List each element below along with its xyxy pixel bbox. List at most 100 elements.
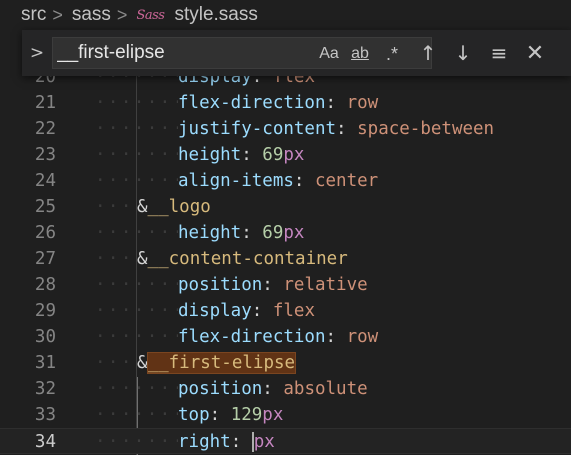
parent-selector-amp: & (137, 249, 148, 269)
code-text: ········height: 69px (95, 142, 304, 168)
whitespace-dots: ···· (95, 197, 137, 217)
code-line[interactable]: 25 ····&__logo (0, 194, 571, 220)
whitespace-dots: ········ (95, 379, 178, 399)
line-number: 25 (34, 197, 56, 217)
whitespace-dots: ········ (95, 93, 178, 113)
property-name: position (178, 379, 263, 399)
chevron-right-icon: > (52, 4, 63, 25)
line-number: 34 (34, 432, 56, 452)
number-value: 69 (262, 223, 284, 243)
property-name: top (178, 405, 210, 425)
chevron-right-icon: > (116, 4, 128, 25)
whitespace-dots: ········ (95, 171, 178, 191)
find-input[interactable] (57, 41, 307, 65)
property-name: right (178, 432, 231, 452)
property-value: space-between (357, 119, 495, 139)
next-match-icon[interactable]: ↓ (450, 39, 476, 67)
line-number: 24 (34, 171, 56, 191)
whitespace-dots: ········ (95, 405, 178, 425)
code-text: ····&__content-container (95, 246, 348, 272)
code-line[interactable]: 23 ········height: 69px (0, 142, 571, 168)
parent-selector-amp: & (137, 353, 148, 373)
find-match-highlight: __first-elipse (146, 352, 297, 374)
code-text: ········display: flex (95, 298, 315, 324)
code-line[interactable]: 33 ········top: 129px (0, 402, 571, 428)
code-line[interactable]: 21 ········flex-direction: row (0, 90, 571, 116)
code-line[interactable]: 29 ········display: flex (0, 298, 571, 324)
whitespace-dots: ········ (95, 275, 178, 295)
property-value: row (346, 93, 379, 113)
property-value: flex (272, 301, 315, 321)
code-text: ········position: absolute (95, 376, 368, 402)
unit-value: px (283, 223, 305, 243)
colon: : (325, 93, 347, 113)
previous-match-icon[interactable]: ↑ (415, 39, 441, 67)
code-text: ········flex-direction: row (95, 324, 378, 350)
line-number: 33 (34, 405, 56, 425)
property-value: center (314, 171, 379, 191)
number-value: 129 (230, 405, 263, 425)
close-icon[interactable]: ✕ (522, 39, 548, 67)
code-editor[interactable]: 20········display: flex21········flex-di… (0, 64, 571, 455)
property-value: relative (283, 275, 368, 295)
whitespace-dots: ········ (95, 432, 178, 452)
code-text: ········right: px (95, 429, 275, 455)
find-input-box: Aa ab .* (52, 37, 432, 69)
match-whole-word-button[interactable]: ab (345, 42, 375, 66)
whitespace-dots: ········ (95, 223, 178, 243)
line-number: 31 (34, 353, 56, 373)
property-name: height (178, 145, 242, 165)
whitespace-dots: ···· (95, 249, 137, 269)
line-number: 26 (34, 223, 56, 243)
sass-file-icon: Sass (136, 7, 165, 23)
property-value: row (346, 327, 379, 347)
unit-value: px (253, 432, 275, 452)
code-line[interactable]: 30 ········flex-direction: row (0, 324, 571, 350)
code-line[interactable]: 27 ····&__content-container (0, 246, 571, 272)
unit-value: px (262, 405, 284, 425)
colon: : (293, 171, 315, 191)
line-number: 23 (34, 145, 56, 165)
breadcrumb-item-file[interactable]: style.sass (174, 4, 257, 26)
match-case-button[interactable]: Aa (315, 42, 343, 66)
code-text: ····&__first-elipse (95, 350, 297, 376)
property-name: flex-direction (178, 327, 326, 347)
code-line[interactable]: 26 ········height: 69px (0, 220, 571, 246)
whitespace-dots: ········ (95, 145, 178, 165)
line-number: 21 (34, 93, 56, 113)
code-line[interactable]: 31 ····&__first-elipse (0, 350, 571, 376)
colon: : (262, 275, 284, 295)
code-line[interactable]: 32 ········position: absolute (0, 376, 571, 402)
selector-name: __logo (147, 197, 211, 217)
code-text: ········align-items: center (95, 168, 378, 194)
code-line[interactable]: 28 ········position: relative (0, 272, 571, 298)
line-number: 27 (34, 249, 56, 269)
breadcrumb-item-sass[interactable]: sass (72, 4, 111, 26)
code-text: ········position: relative (95, 272, 368, 298)
line-number: 32 (34, 379, 56, 399)
find-widget: > Aa ab .* ↑ ↓ ≡ ✕ (22, 30, 571, 76)
parent-selector-amp: & (137, 197, 148, 217)
property-name: display (178, 301, 252, 321)
code-text: ········flex-direction: row (95, 90, 378, 116)
code-line[interactable]: 22 ········justify-content: space-between (0, 116, 571, 142)
breadcrumb-item-src[interactable]: src (21, 4, 46, 26)
colon: : (230, 432, 252, 452)
property-name: flex-direction (178, 93, 326, 113)
property-name: align-items (178, 171, 294, 191)
property-name: position (178, 275, 263, 295)
code-line[interactable]: 34 ········right: px (0, 428, 571, 454)
code-text: ········justify-content: space-between (95, 116, 494, 142)
colon: : (325, 327, 347, 347)
use-regex-button[interactable]: .* (379, 42, 405, 66)
colon: : (262, 379, 284, 399)
find-in-selection-icon[interactable]: ≡ (486, 39, 512, 67)
number-value: 69 (262, 145, 284, 165)
toggle-replace-chevron-icon[interactable]: > (26, 39, 48, 67)
property-name: justify-content (178, 119, 337, 139)
colon: : (251, 301, 273, 321)
code-line[interactable]: 24 ········align-items: center (0, 168, 571, 194)
line-number: 22 (34, 119, 56, 139)
whitespace-dots: ········ (95, 327, 178, 347)
colon: : (209, 405, 231, 425)
